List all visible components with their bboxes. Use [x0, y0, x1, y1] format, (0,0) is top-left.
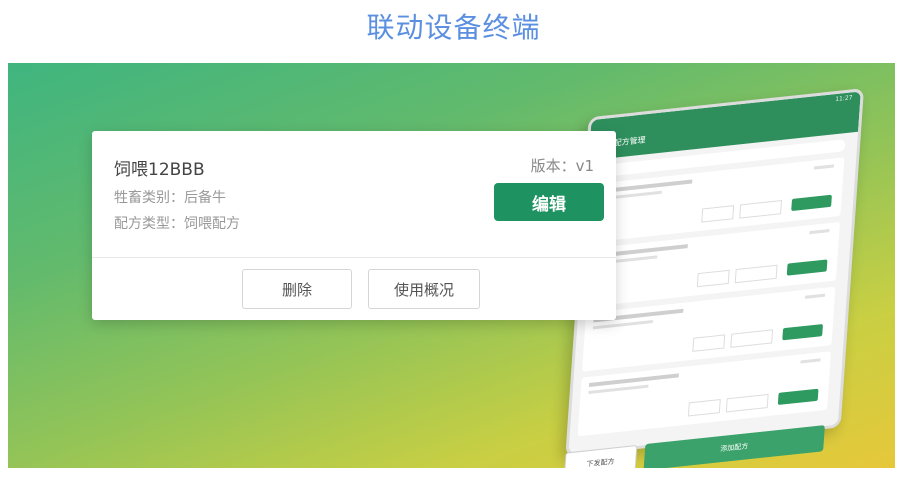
card-divider: [92, 257, 616, 258]
phone-status-bar: 11:27: [834, 94, 853, 104]
edit-button[interactable]: 编辑: [494, 183, 604, 221]
page-title: 联动设备终端: [366, 11, 541, 44]
delete-button[interactable]: 删除: [242, 269, 352, 309]
usage-overview-button[interactable]: 使用概况: [368, 269, 480, 309]
formula-type: 配方类型：饲喂配方: [114, 216, 240, 232]
phone-header-title: 配方管理: [613, 135, 646, 148]
formula-card: 饲喂12BBB 版本：v1 牲畜类别：后备牛 配方类型：饲喂配方 编辑 删除 使…: [92, 131, 616, 320]
card-title: 饲喂12BBB: [114, 160, 205, 180]
livestock-type: 牲畜类别：后备牛: [114, 190, 226, 206]
card-version: 版本：v1: [530, 157, 594, 175]
hero-banner: 11:27 ‹ 配方管理 下发配方 添加配方: [8, 63, 895, 468]
